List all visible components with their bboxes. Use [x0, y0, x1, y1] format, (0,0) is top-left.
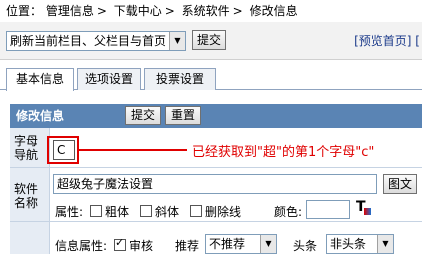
attr-label: 属性:	[55, 205, 84, 219]
italic-check-icon	[140, 205, 152, 217]
info-attr-label: 信息属性:	[55, 239, 108, 253]
breadcrumb-prefix: 位置：	[6, 4, 43, 18]
chevron-down-icon: ▼	[260, 235, 276, 253]
breadcrumb-item-edit: 修改信息	[249, 4, 298, 18]
color-input[interactable]	[306, 200, 350, 219]
tab-bar: 基本信息 选项设置 投票设置	[0, 62, 422, 91]
image-text-button[interactable]: 图文	[383, 174, 417, 194]
chevron-down-icon: ▼	[169, 32, 185, 50]
chevron-down-icon: ▼	[377, 235, 393, 253]
preview-links[interactable]: [预览首页] [	[354, 32, 420, 49]
tab-vote[interactable]: 投票设置	[144, 68, 216, 90]
tab-options[interactable]: 选项设置	[77, 68, 141, 90]
strike-checkbox[interactable]: 删除线	[190, 203, 241, 220]
strike-check-icon	[190, 205, 202, 217]
headline-select[interactable]: 非头条 ▼	[326, 234, 394, 254]
annotation-text: 已经获取到"超"的第1个字母"c"	[192, 145, 375, 160]
color-label: 颜色:	[274, 205, 303, 219]
breadcrumb-item-manage[interactable]: 管理信息	[46, 4, 94, 18]
review-check-icon	[114, 236, 126, 251]
annotation-highlight-box	[47, 136, 79, 164]
toolbar: 刷新当前栏目、父栏目与首页 ▼ 提交 [预览首页] [	[0, 22, 422, 60]
text-color-icon[interactable]: T	[356, 198, 372, 218]
bold-checkbox[interactable]: 粗体	[90, 203, 129, 220]
recommend-select[interactable]: 不推荐 ▼	[205, 234, 277, 254]
toolbar-submit-button[interactable]: 提交	[192, 30, 226, 50]
form-submit-button[interactable]: 提交	[125, 106, 161, 125]
breadcrumb-item-system-software[interactable]: 系统软件	[182, 4, 230, 18]
tab-basic-info[interactable]: 基本信息	[6, 68, 74, 91]
form-title: 修改信息	[16, 109, 65, 123]
breadcrumb-item-download[interactable]: 下载中心	[114, 4, 162, 18]
refresh-select[interactable]: 刷新当前栏目、父栏目与首页 ▼	[6, 31, 186, 51]
info-attr-row-label	[10, 222, 50, 254]
review-checkbox[interactable]: 审核	[114, 236, 153, 254]
software-name-input[interactable]: 超级兔子魔法设置	[53, 174, 377, 194]
italic-checkbox[interactable]: 斜体	[140, 203, 179, 220]
recommend-label: 推荐	[175, 239, 200, 253]
letter-nav-label: 字母导航	[10, 128, 50, 167]
breadcrumb: 位置： 管理信息 > 下载中心 > 系统软件 > 修改信息	[6, 4, 298, 18]
headline-label: 头条	[293, 239, 318, 253]
color-swatch-icon	[364, 208, 371, 215]
form-reset-button[interactable]: 重置	[165, 106, 201, 125]
software-name-label: 软件名称	[10, 168, 50, 221]
bold-check-icon	[90, 205, 102, 217]
form-header: 修改信息 提交 重置	[10, 104, 422, 128]
annotation-arrow-line	[79, 149, 187, 151]
